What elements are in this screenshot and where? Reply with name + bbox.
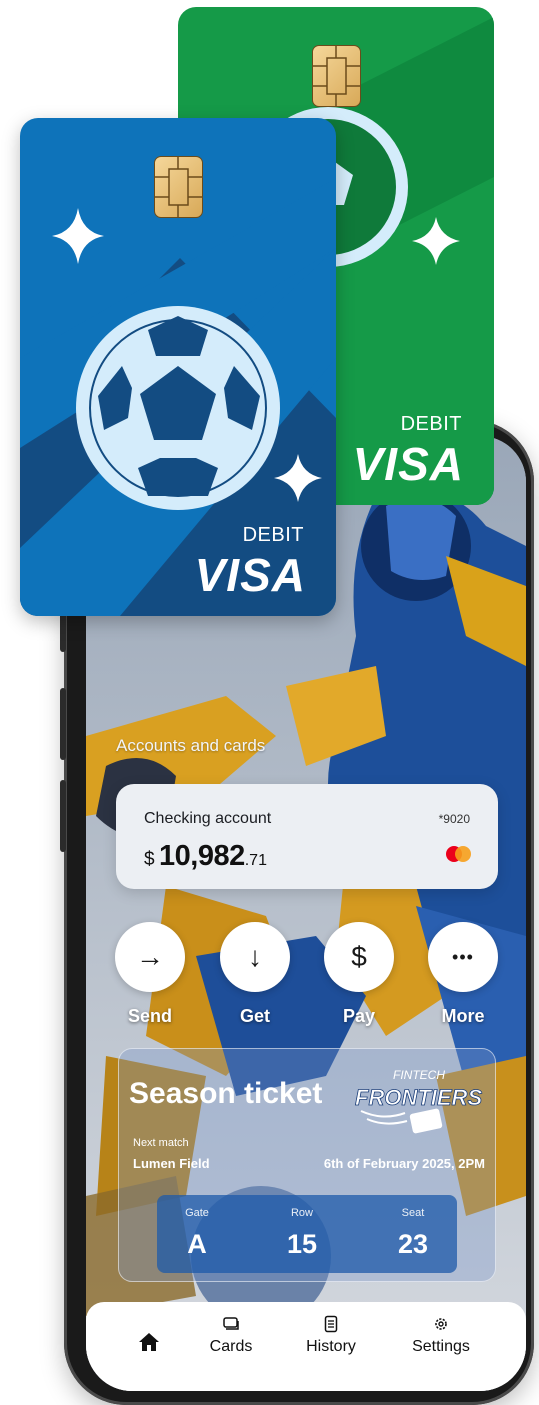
nav-history[interactable]: History [286, 1314, 376, 1356]
quick-actions: → Send ↓ Get $ Pay ••• More [86, 922, 526, 1032]
card-type-label: DEBIT [242, 524, 304, 546]
seat-value: 23 [397, 1229, 429, 1259]
settings-icon [396, 1314, 486, 1334]
row-label: Row [290, 1207, 313, 1219]
chip-icon [154, 156, 203, 218]
action-label: More [441, 1006, 485, 1026]
next-match-label: Next match [133, 1137, 189, 1149]
currency-symbol: $ [144, 849, 155, 870]
nav-label: Settings [412, 1338, 470, 1355]
home-icon [104, 1332, 194, 1352]
action-label: Pay [342, 1006, 376, 1026]
more-icon: ••• [428, 922, 498, 992]
bottom-nav: Cards History Settings [86, 1302, 526, 1391]
seat-label: Seat [401, 1207, 425, 1219]
gate-info: Gate A [157, 1195, 237, 1260]
logo-text-main: FRONTIERS [355, 1085, 482, 1110]
phone-side-button [60, 688, 66, 760]
checking-account-card[interactable]: Checking account *9020 $ 10,982.71 [116, 784, 498, 889]
ticket-title: Season ticket [129, 1077, 323, 1110]
visa-logo: VISA [194, 549, 306, 601]
account-balance: $ 10,982.71 [144, 840, 267, 873]
account-name: Checking account [144, 810, 272, 827]
history-icon [286, 1314, 376, 1334]
balance-amount: 10,982 [159, 840, 245, 872]
arrow-right-icon: → [115, 922, 185, 992]
blue-debit-card[interactable]: DEBIT VISA [20, 118, 336, 616]
visa-logo: VISA [352, 438, 464, 490]
nav-settings[interactable]: Settings [396, 1314, 486, 1356]
seat-col: Seat 23 [373, 1195, 453, 1260]
logo-text-top: FINTECH [393, 1068, 445, 1082]
mastercard-icon [446, 846, 472, 862]
arrow-down-icon: ↓ [220, 922, 290, 992]
account-number: *9020 [438, 812, 470, 826]
season-ticket-card[interactable]: Season ticket FINTECH FRONTIERS Next mat… [118, 1048, 496, 1282]
row-info: Row 15 [262, 1195, 342, 1260]
balance-cents: .71 [244, 852, 267, 869]
chip-icon [312, 45, 361, 107]
gate-value: A [187, 1229, 207, 1259]
section-title-accounts: Accounts and cards [116, 736, 266, 755]
match-date: 6th of February 2025, 2PM [323, 1156, 485, 1171]
nav-label: History [306, 1338, 356, 1355]
action-label: Get [239, 1006, 270, 1026]
action-label: Send [127, 1006, 172, 1026]
more-button[interactable]: ••• More [428, 922, 498, 1027]
phone-side-button [60, 780, 66, 852]
pay-button[interactable]: $ Pay [324, 922, 394, 1027]
dollar-icon: $ [324, 922, 394, 992]
get-button[interactable]: ↓ Get [220, 922, 290, 1027]
fintech-frontiers-logo: FINTECH FRONTIERS [355, 1068, 483, 1134]
gate-label: Gate [185, 1207, 209, 1219]
send-button[interactable]: → Send [115, 922, 185, 1027]
nav-cards[interactable]: Cards [186, 1314, 276, 1356]
nav-home[interactable] [104, 1332, 194, 1352]
row-value: 15 [286, 1229, 318, 1259]
seat-info: Gate A Row 15 Seat 23 [157, 1195, 457, 1273]
match-venue: Lumen Field [133, 1156, 210, 1171]
cards-icon [186, 1314, 276, 1334]
nav-label: Cards [209, 1338, 253, 1355]
card-type-label: DEBIT [400, 413, 462, 435]
